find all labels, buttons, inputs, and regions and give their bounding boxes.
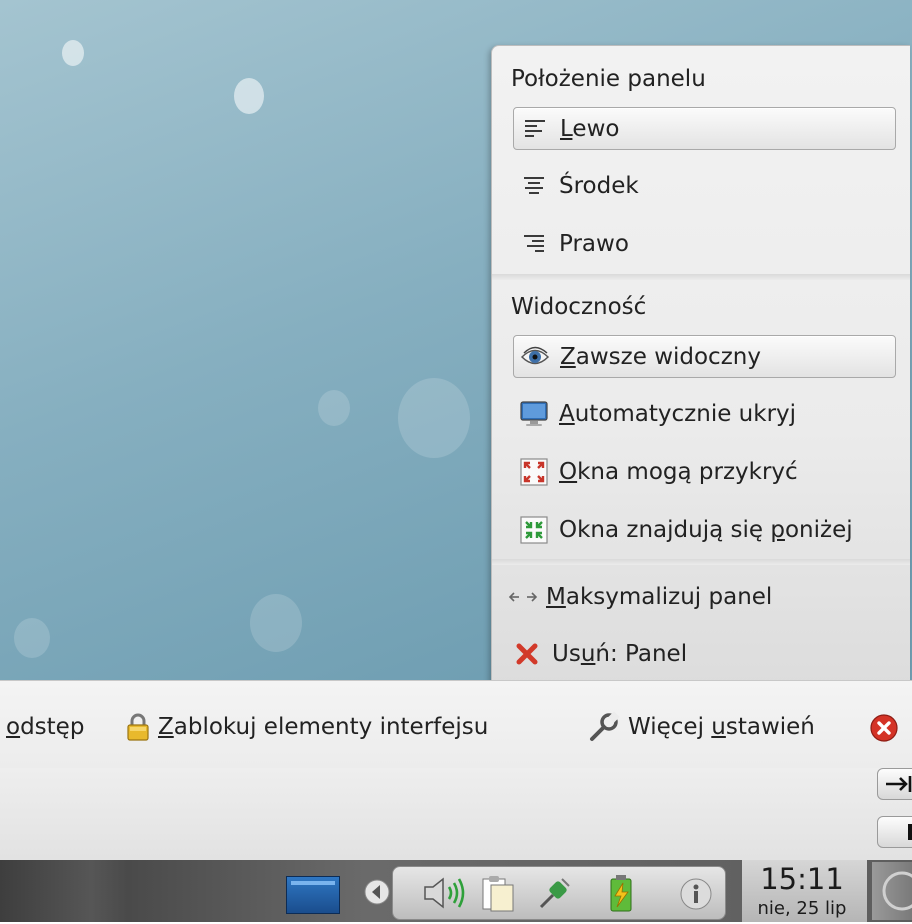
option-center[interactable]: Środek bbox=[513, 164, 896, 207]
position-section-title: Położenie panelu bbox=[511, 66, 706, 92]
more-settings-label: Więcej ustawień bbox=[628, 714, 815, 740]
wallpaper-bokeh bbox=[250, 594, 302, 652]
option-left[interactable]: Lewo bbox=[513, 107, 896, 150]
panel-ruler-strip bbox=[0, 768, 912, 860]
lock-widgets-button[interactable]: Zablokuj elementy interfejsu bbox=[126, 707, 488, 747]
wrench-icon bbox=[588, 711, 620, 743]
windows-below-icon bbox=[519, 515, 549, 545]
clock-time: 15:11 bbox=[760, 862, 844, 896]
option-label: Środek bbox=[559, 172, 639, 199]
wallpaper-bokeh bbox=[398, 378, 470, 458]
info-icon[interactable] bbox=[679, 877, 713, 915]
lock-label: Zablokuj elementy interfejsu bbox=[158, 714, 489, 740]
visibility-section-title: Widoczność bbox=[511, 294, 647, 320]
tray-expand-arrow-icon[interactable] bbox=[364, 878, 390, 910]
remove-x-icon bbox=[512, 639, 542, 669]
option-label: Okna mogą przykryć bbox=[559, 458, 798, 485]
panel-height-handle[interactable] bbox=[877, 816, 912, 848]
option-auto-hide[interactable]: Automatycznie ukryj bbox=[513, 392, 896, 435]
panel-controller-toolbar: odstęp Zablokuj elementy interfejsu Więc… bbox=[0, 680, 912, 770]
maximize-arrows-icon bbox=[508, 582, 538, 612]
close-circle-icon[interactable] bbox=[869, 713, 899, 747]
eye-icon bbox=[520, 342, 550, 372]
option-label: Zawsze widoczny bbox=[560, 343, 761, 370]
option-windows-below[interactable]: Okna znajdują się poniżej bbox=[513, 508, 896, 551]
wallpaper-bokeh bbox=[234, 78, 264, 114]
battery-icon[interactable] bbox=[603, 873, 639, 917]
align-left-icon bbox=[520, 114, 550, 144]
panel-width-handle[interactable] bbox=[877, 768, 912, 800]
clipboard-icon[interactable] bbox=[479, 873, 519, 917]
option-label: Prawo bbox=[559, 230, 629, 257]
wallpaper-bokeh bbox=[318, 390, 350, 426]
desktop-pager-icon[interactable] bbox=[286, 876, 340, 914]
option-label: Okna znajdują się poniżej bbox=[559, 516, 853, 543]
option-label: Usuń: Panel bbox=[552, 640, 688, 667]
option-windows-cover[interactable]: Okna mogą przykryć bbox=[513, 450, 896, 493]
wallpaper-bokeh bbox=[14, 618, 50, 658]
clock-date: nie, 25 lip bbox=[757, 898, 847, 919]
option-label: Lewo bbox=[560, 115, 620, 142]
align-right-icon bbox=[519, 229, 549, 259]
more-settings-button[interactable]: Więcej ustawień bbox=[588, 707, 815, 747]
panel-toolbox-icon[interactable] bbox=[872, 862, 912, 920]
monitor-icon bbox=[519, 399, 549, 429]
panel-settings-popup: Położenie panelu Lewo Środek Prawo Widoc… bbox=[491, 45, 910, 690]
option-label: Automatycznie ukryj bbox=[559, 400, 797, 427]
system-tray bbox=[392, 866, 726, 920]
maximize-panel-button[interactable]: Maksymalizuj panel bbox=[506, 575, 889, 618]
usb-plug-icon[interactable] bbox=[535, 875, 575, 915]
align-center-icon bbox=[519, 171, 549, 201]
section-divider bbox=[492, 274, 910, 280]
spacer-label: odstęp bbox=[6, 714, 85, 740]
lock-icon bbox=[126, 712, 150, 742]
wallpaper-bokeh bbox=[62, 40, 84, 66]
remove-panel-button[interactable]: Usuń: Panel bbox=[506, 632, 889, 675]
windows-cover-icon bbox=[519, 457, 549, 487]
volume-icon[interactable] bbox=[421, 875, 469, 915]
option-right[interactable]: Prawo bbox=[513, 222, 896, 265]
option-label: Maksymalizuj panel bbox=[546, 583, 773, 610]
section-divider bbox=[492, 559, 910, 565]
option-always-visible[interactable]: Zawsze widoczny bbox=[513, 335, 896, 378]
add-spacer-button[interactable]: odstęp bbox=[6, 707, 84, 747]
